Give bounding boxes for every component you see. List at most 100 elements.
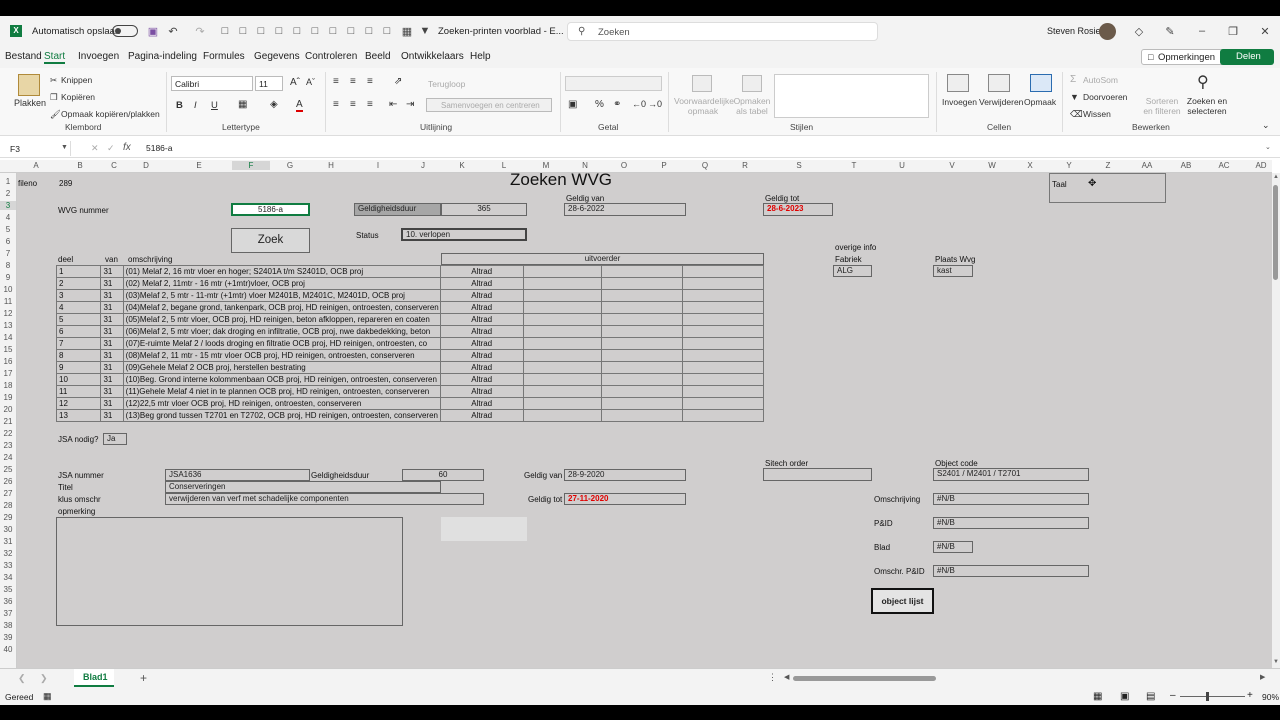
tab-ontwikkelaars[interactable]: Ontwikkelaars: [401, 51, 464, 62]
tab-formules[interactable]: Formules: [203, 51, 245, 62]
page-icon-8[interactable]: □: [344, 24, 358, 38]
redo-icon[interactable]: ↷: [193, 24, 207, 38]
row-header[interactable]: 8: [0, 261, 16, 270]
cell-omschrijving[interactable]: (12)22,5 mtr vloer OCB proj, HD reinigen…: [122, 397, 441, 410]
page-icon-6[interactable]: □: [308, 24, 322, 38]
column-header-ad[interactable]: AD: [1250, 161, 1272, 170]
cell-van[interactable]: 31: [100, 409, 124, 422]
cell-empty[interactable]: [522, 289, 603, 302]
bold-icon[interactable]: B: [176, 100, 183, 111]
column-header-o[interactable]: O: [604, 161, 644, 170]
scroll-down-icon[interactable]: ▼: [1273, 659, 1279, 665]
cell-empty[interactable]: [682, 397, 764, 410]
format-painter-icon[interactable]: 🖌: [50, 109, 61, 120]
column-header-x[interactable]: X: [1010, 161, 1050, 170]
tab-help[interactable]: Help: [470, 51, 491, 62]
column-header-h[interactable]: H: [310, 161, 352, 170]
cell-omschrijving[interactable]: (09)Gehele Melaf 2 OCB proj, herstellen …: [122, 361, 441, 374]
cell-van[interactable]: 31: [100, 397, 124, 410]
cell-omschrijving[interactable]: (06)Melaf 2, 5 mtr vloer; dak droging en…: [122, 325, 441, 338]
cell-omschrijving[interactable]: (13)Beg grond tussen T2701 en T2702, OCB…: [122, 409, 441, 422]
scroll-up-icon[interactable]: ▲: [1273, 174, 1279, 180]
cell-deel[interactable]: 4: [55, 301, 102, 314]
tab-controleren[interactable]: Controleren: [305, 51, 357, 62]
cell-empty[interactable]: [682, 265, 764, 278]
copy-icon[interactable]: ❐: [50, 92, 58, 103]
column-header-m[interactable]: M: [526, 161, 566, 170]
percent-icon[interactable]: %: [595, 99, 604, 110]
cell-uitvoerder[interactable]: Altrad: [439, 265, 524, 278]
object-lijst-button[interactable]: object lijst: [871, 588, 934, 614]
font-size-select[interactable]: 11: [255, 76, 283, 91]
cell-empty[interactable]: [601, 277, 684, 290]
row-header[interactable]: 19: [0, 393, 16, 402]
cell-uitvoerder[interactable]: Altrad: [439, 397, 524, 410]
increase-font-icon[interactable]: Aˆ: [290, 77, 300, 88]
table-row[interactable]: 10 31 (10)Beg. Grond interne kolommenbaan …: [55, 373, 764, 386]
align-middle-icon[interactable]: ≡: [350, 76, 356, 87]
align-left-icon[interactable]: ≡: [333, 99, 339, 110]
print-preview-icon[interactable]: ▦: [400, 24, 414, 38]
cell-deel[interactable]: 7: [55, 337, 102, 350]
cell-empty[interactable]: [682, 409, 764, 422]
table-row[interactable]: 6 31 (06)Melaf 2, 5 mtr vloer; dak droging…: [55, 325, 764, 338]
column-header-t[interactable]: T: [834, 161, 874, 170]
cell-uitvoerder[interactable]: Altrad: [439, 409, 524, 422]
row-header[interactable]: 15: [0, 345, 16, 354]
cell-deel[interactable]: 11: [55, 385, 102, 398]
jsa-nodig-value[interactable]: Ja: [103, 433, 127, 445]
decrease-indent-icon[interactable]: ⇤: [389, 99, 397, 110]
fill-icon[interactable]: ▼: [1070, 92, 1079, 102]
cell-empty[interactable]: [601, 289, 684, 302]
scissors-icon[interactable]: ✂: [50, 75, 57, 86]
table-row[interactable]: 5 31 (05)Melaf 2, 5 mtr vloer, OCB proj, H…: [55, 313, 764, 326]
cell-empty[interactable]: [601, 337, 684, 350]
number-format-select[interactable]: [565, 76, 662, 91]
cell-empty[interactable]: [682, 385, 764, 398]
cell-empty[interactable]: [682, 277, 764, 290]
zoom-in-icon[interactable]: +: [1247, 690, 1253, 701]
column-header-c[interactable]: C: [104, 161, 124, 170]
column-header-a[interactable]: A: [24, 161, 48, 170]
vertical-scrollbar[interactable]: ▲ ▼: [1272, 173, 1280, 668]
row-header[interactable]: 4: [0, 213, 16, 222]
row-header[interactable]: 39: [0, 633, 16, 642]
cell-van[interactable]: 31: [100, 385, 124, 398]
cell-empty[interactable]: [522, 325, 603, 338]
zoek-button[interactable]: Zoek: [231, 228, 310, 253]
font-color-icon[interactable]: A: [296, 99, 303, 112]
cell-deel[interactable]: 3: [55, 289, 102, 302]
row-header[interactable]: 18: [0, 381, 16, 390]
scroll-right-icon[interactable]: ▶: [1260, 673, 1265, 681]
row-header[interactable]: 11: [0, 297, 16, 306]
format-as-table-button[interactable]: Opmaken als tabel: [732, 96, 772, 116]
cell-deel[interactable]: 13: [55, 409, 102, 422]
column-header-f[interactable]: F: [232, 161, 270, 170]
cell-empty[interactable]: [682, 349, 764, 362]
confirm-icon[interactable]: ✓: [107, 143, 115, 154]
cell-empty[interactable]: [522, 409, 603, 422]
page-icon-4[interactable]: □: [272, 24, 286, 38]
column-header-l[interactable]: L: [482, 161, 526, 170]
cell-empty[interactable]: [601, 385, 684, 398]
find-icon[interactable]: ⚲: [1197, 72, 1209, 92]
column-header-q[interactable]: Q: [684, 161, 726, 170]
column-header-s[interactable]: S: [764, 161, 834, 170]
table-row[interactable]: 11 31 (11)Gehele Melaf 4 niet in te planne…: [55, 385, 764, 398]
page-icon-2[interactable]: □: [236, 24, 250, 38]
cell-empty[interactable]: [522, 373, 603, 386]
column-header-b[interactable]: B: [58, 161, 102, 170]
cell-uitvoerder[interactable]: Altrad: [439, 289, 524, 302]
row-header[interactable]: 9: [0, 273, 16, 282]
cell-empty[interactable]: [682, 301, 764, 314]
row-header[interactable]: 36: [0, 597, 16, 606]
autosum-icon[interactable]: Σ: [1070, 74, 1076, 85]
cell-van[interactable]: 31: [100, 277, 124, 290]
tab-split-icon[interactable]: ⋮: [768, 672, 777, 683]
sitech-order-value[interactable]: [763, 468, 872, 481]
cell-empty[interactable]: [522, 349, 603, 362]
tab-bestand[interactable]: Bestand: [5, 51, 42, 62]
column-header-r[interactable]: R: [726, 161, 764, 170]
cell-omschrijving[interactable]: (01) Melaf 2, 16 mtr vloer en hoger; S24…: [122, 265, 441, 278]
worksheet-grid[interactable]: fileno 289 Zoeken WVG Taal ✥ WVG nummer …: [17, 173, 1272, 668]
